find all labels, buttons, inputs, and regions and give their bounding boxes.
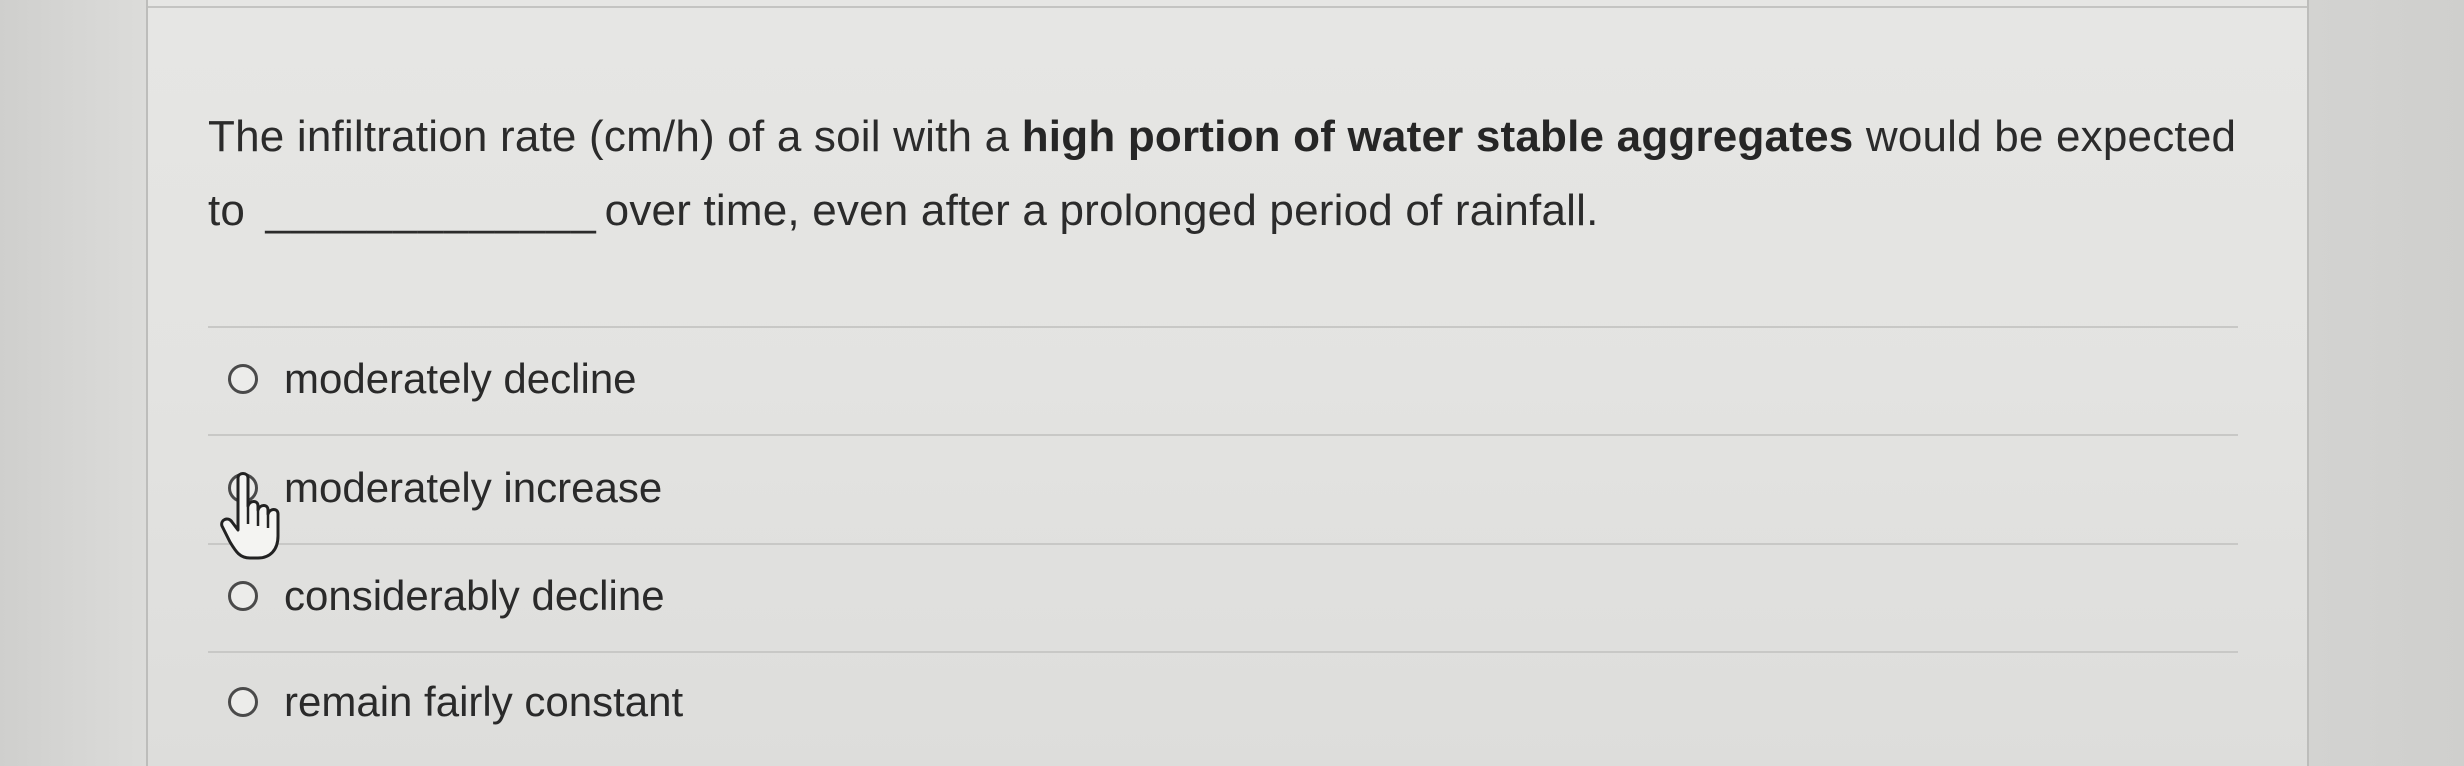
radio-button[interactable] <box>228 364 258 394</box>
question-bold-phrase: high portion of water stable aggregates <box>1021 112 1854 161</box>
option-label: moderately decline <box>284 355 637 402</box>
divider <box>208 543 2238 545</box>
radio-button[interactable] <box>228 687 258 717</box>
divider <box>208 326 2238 328</box>
option-label: moderately increase <box>284 464 663 511</box>
question-text: The infiltration rate (cm/h) of a soil w… <box>208 100 2268 248</box>
divider <box>208 434 2238 436</box>
option-moderately-increase[interactable]: moderately increase <box>228 458 662 518</box>
option-remain-fairly-constant[interactable]: remain fairly constant <box>228 672 683 732</box>
question-blank: _____________ <box>265 186 597 235</box>
option-considerably-decline[interactable]: considerably decline <box>228 566 665 626</box>
option-label: remain fairly constant <box>284 678 684 725</box>
option-moderately-decline[interactable]: moderately decline <box>228 349 637 409</box>
radio-button[interactable] <box>228 581 258 611</box>
option-label: considerably decline <box>284 572 665 619</box>
divider <box>208 651 2238 653</box>
question-text-start: The infiltration rate (cm/h) of a soil w… <box>208 112 1022 161</box>
card-top-border <box>148 6 2307 8</box>
radio-button[interactable] <box>228 473 258 503</box>
question-text-end: over time, even after a prolonged period… <box>604 186 1599 235</box>
question-card: The infiltration rate (cm/h) of a soil w… <box>146 0 2309 766</box>
